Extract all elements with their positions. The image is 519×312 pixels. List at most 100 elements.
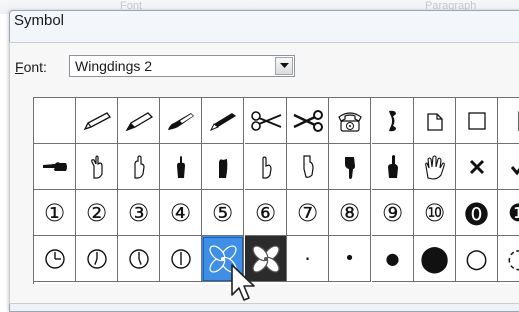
symbol-glyph: ⓿ [465, 195, 489, 230]
symbol-cell-hand-pointup-black-icon[interactable] [372, 144, 414, 190]
scissors-open-icon [249, 110, 283, 132]
hand-pointdown-black-icon [342, 154, 358, 180]
symbol-glyph: ⑧ [339, 199, 361, 227]
symbol-cell[interactable] [34, 98, 76, 144]
symbol-cell-hand-fist-black-icon[interactable] [160, 144, 202, 190]
symbol-cell-hand-point-black-icon[interactable] [202, 144, 244, 190]
fountain-pen-icon [124, 110, 154, 132]
font-label-text: ont: [24, 59, 47, 75]
symbol-cell-check-mark-icon[interactable] [498, 144, 519, 190]
pen-nib-icon [208, 110, 238, 132]
hand-ok-outline-icon [299, 154, 317, 180]
symbol-cell[interactable]: ① [34, 190, 76, 236]
symbol-glyph: ⑦ [297, 199, 319, 227]
symbol-glyph: ⑨ [382, 199, 404, 227]
symbol-glyph: ⑤ [212, 199, 234, 227]
symbol-glyph: • [344, 248, 355, 269]
hand-point-black-icon [216, 154, 230, 180]
symbol-cell[interactable]: ● [372, 236, 414, 282]
dialog-title: Symbol [14, 12, 64, 29]
symbol-cell-hand-pointdown-black-icon[interactable] [329, 144, 371, 190]
symbol-cell-clock-1-icon[interactable] [34, 236, 76, 282]
symbol-cell[interactable]: ⑩ [414, 190, 456, 236]
symbol-glyph: ⬤ [420, 244, 449, 274]
empty-box-icon [467, 110, 487, 132]
symbol-cell[interactable]: • [329, 236, 371, 282]
symbol-glyph: ○ [465, 244, 488, 274]
hand-pointup-black-icon [385, 154, 401, 180]
symbol-glyph: ◌ [507, 244, 519, 274]
symbol-cell-hand-ok-outline-icon[interactable] [287, 144, 329, 190]
handset-icon [385, 108, 401, 134]
clock-3-icon [128, 248, 150, 270]
symbol-cell-hand-index-outline-icon[interactable] [245, 144, 287, 190]
symbol-grid[interactable]: ①②③④⑤⑥⑦⑧⑨⑩⓿❶ · • ●⬤ ○ ◌ [33, 97, 519, 284]
symbol-cell-clock-3-icon[interactable] [118, 236, 160, 282]
font-label-hotkey: F [15, 59, 24, 75]
symbol-glyph: ③ [128, 199, 150, 227]
pencil-icon [82, 110, 112, 132]
symbol-cell[interactable]: ④ [160, 190, 202, 236]
symbol-cell-document-icon[interactable] [414, 98, 456, 144]
symbol-cell[interactable]: ③ [118, 190, 160, 236]
symbol-cell-empty-box-icon[interactable] [456, 98, 498, 144]
partial-symbol [509, 108, 519, 134]
pointing-hand-black-icon [41, 160, 69, 174]
clock-1-icon [44, 248, 66, 270]
symbol-cell[interactable]: ⑥ [245, 190, 287, 236]
symbol-cell-pencil-icon[interactable] [76, 98, 118, 144]
symbol-cell-handset-icon[interactable] [372, 98, 414, 144]
document-icon [425, 110, 445, 132]
symbol-cell-scissors-icon[interactable] [287, 98, 329, 144]
symbol-glyph: ⑥ [255, 199, 277, 227]
symbol-cell[interactable]: ❶ [498, 190, 519, 236]
font-dropdown-value: Wingdings 2 [75, 58, 152, 74]
hand-index-outline-icon [257, 154, 275, 180]
hand-point-outline-icon [130, 154, 148, 180]
symbol-cell-telephone-icon[interactable] [329, 98, 371, 144]
symbol-cell[interactable]: ⑨ [372, 190, 414, 236]
clock-2-icon [86, 248, 108, 270]
symbol-cell[interactable]: ⓿ [456, 190, 498, 236]
check-mark-icon [510, 158, 519, 176]
font-label: Font: [15, 59, 47, 75]
x-mark-icon [468, 158, 486, 176]
hand-fist-black-icon [174, 154, 188, 180]
symbol-glyph: · [304, 247, 310, 271]
symbol-cell-clock-4-icon[interactable] [160, 236, 202, 282]
symbol-glyph: ④ [170, 199, 192, 227]
hand-palm-outline-icon [421, 154, 449, 180]
symbol-cell[interactable]: ② [76, 190, 118, 236]
symbol-cell-hand-palm-outline-icon[interactable] [414, 144, 456, 190]
symbol-cell-partial-symbol[interactable] [498, 98, 519, 144]
clock-4-icon [170, 248, 192, 270]
symbol-glyph: ② [86, 199, 108, 227]
font-dropdown[interactable]: Wingdings 2 [69, 55, 295, 77]
symbol-cell-pointing-hand-black-icon[interactable] [34, 144, 76, 190]
symbol-cell-scissors-open-icon[interactable] [245, 98, 287, 144]
symbol-cell[interactable]: ⑦ [287, 190, 329, 236]
symbol-cell[interactable]: ◌ [498, 236, 519, 282]
scissors-icon [291, 110, 325, 132]
symbol-cell-pen-nib-icon[interactable] [202, 98, 244, 144]
symbol-cell-clock-2-icon[interactable] [76, 236, 118, 282]
symbol-cell[interactable]: ⬤ [414, 236, 456, 282]
chevron-down-icon [280, 63, 289, 69]
symbol-cell-fountain-pen-icon[interactable] [118, 98, 160, 144]
symbol-glyph: ❶ [508, 199, 519, 227]
symbol-cell-x-mark-icon[interactable] [456, 144, 498, 190]
symbol-cell-hand-point-outline-icon[interactable] [118, 144, 160, 190]
hand-victory-outline-icon [88, 154, 106, 180]
symbol-glyph: ① [44, 199, 66, 227]
symbol-cell[interactable]: ⑧ [329, 190, 371, 236]
symbol-cell-brush-pen-icon[interactable] [160, 98, 202, 144]
mouse-cursor-icon [230, 263, 260, 305]
symbol-glyph: ⑩ [424, 199, 446, 227]
symbol-cell-hand-victory-outline-icon[interactable] [76, 144, 118, 190]
symbol-cell[interactable]: ○ [456, 236, 498, 282]
symbol-cell[interactable]: ⑤ [202, 190, 244, 236]
font-dropdown-button[interactable] [275, 57, 293, 75]
telephone-icon [335, 109, 365, 133]
brush-pen-icon [166, 110, 196, 132]
symbol-cell[interactable]: · [287, 236, 329, 282]
